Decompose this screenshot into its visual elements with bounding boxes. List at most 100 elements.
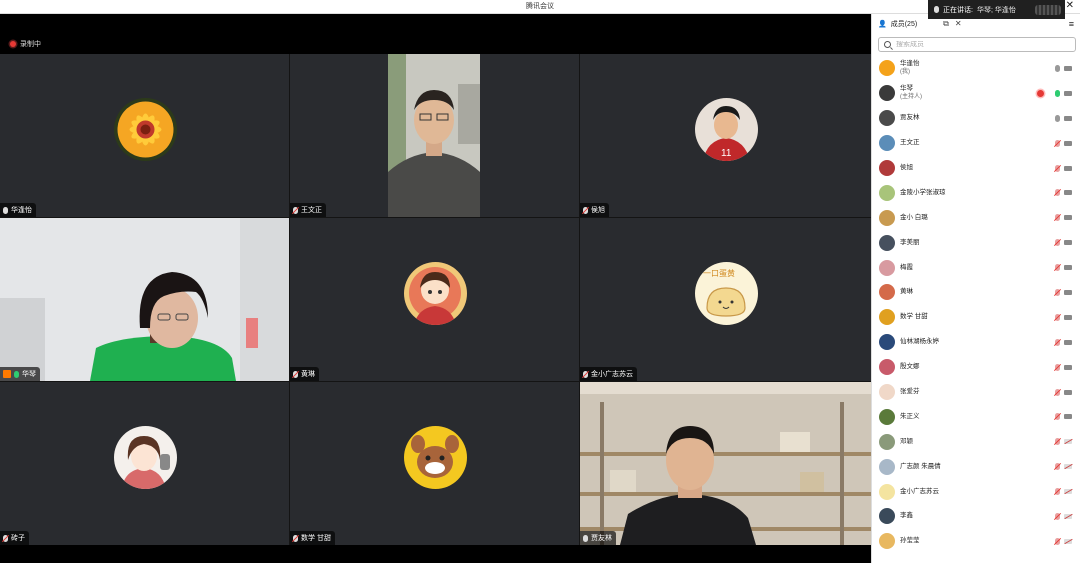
camera-icon[interactable] [1064,190,1072,196]
member-avatar [879,433,895,450]
member-row[interactable]: 王文正 [872,131,1080,156]
camera-icon[interactable] [1064,389,1072,395]
video-tile[interactable]: 华逢怡 [0,54,289,217]
member-row[interactable]: 梅霞 [872,255,1080,280]
member-row[interactable]: 李鑫 [872,504,1080,529]
member-row[interactable]: 侯旭 [872,156,1080,181]
member-search[interactable] [878,37,1076,52]
panel-close-icon[interactable]: ✕ [955,19,962,29]
mic-muted-icon[interactable] [1055,338,1060,346]
mic-muted-icon[interactable] [1055,139,1060,147]
mic-muted-icon[interactable] [1055,289,1060,297]
camera-icon[interactable] [1064,364,1072,370]
mic-muted-icon[interactable] [1055,214,1060,222]
camera-icon[interactable] [1064,314,1072,320]
member-row[interactable]: 李美丽 [872,230,1080,255]
video-tile[interactable]: 一口蛋黄 金小广志苏云 [580,218,871,381]
camera-icon[interactable] [1064,215,1072,221]
member-row[interactable]: 金陵小学张淑琼 [872,180,1080,205]
camera-icon[interactable] [1064,66,1072,71]
member-search-input[interactable] [896,41,1056,48]
member-name-text: 华逢怡 [900,60,920,68]
mic-muted-icon[interactable] [1055,313,1060,321]
member-row[interactable]: 金小 白璐 [872,205,1080,230]
close-icon[interactable]: ✕ [1066,0,1074,11]
participant-name: 华逢怡 [11,207,32,214]
member-row[interactable]: 华逢怡 (我) [872,56,1080,81]
member-name-text: 王文正 [900,139,920,147]
member-row[interactable]: 朱正义 [872,404,1080,429]
video-tile-active-speaker[interactable]: 华琴 [0,218,289,381]
recording-label: 录制中 [20,41,41,48]
member-row[interactable]: 广志颜 朱晨倩 [872,454,1080,479]
member-row[interactable]: 黄琳 [872,280,1080,305]
member-name-text: 黄琳 [900,288,913,296]
camera-icon[interactable] [1064,265,1072,271]
member-row[interactable]: 华琴 (主持人) [872,81,1080,106]
mic-icon[interactable] [1055,89,1060,97]
member-name: 邓颖 [900,438,913,446]
video-tile[interactable]: 黄琳 [290,218,579,381]
member-row[interactable]: 仙林湖杨永婷 [872,330,1080,355]
member-row[interactable]: 殷文娜 [872,355,1080,380]
mic-muted-icon[interactable] [1055,438,1060,446]
mic-muted-icon[interactable] [1055,388,1060,396]
video-tile[interactable]: 砖子 [0,382,289,545]
mic-muted-icon[interactable] [1055,537,1060,545]
camera-off-icon[interactable] [1064,538,1072,544]
camera-icon[interactable] [1064,90,1072,96]
member-row[interactable]: 孙莹莹 [872,529,1080,554]
mic-muted-icon[interactable] [1055,189,1060,197]
mic-muted-icon[interactable] [1055,513,1060,521]
member-avatar [879,60,895,77]
mic-icon[interactable] [1055,65,1060,72]
member-avatar [879,259,895,276]
members-title: 成员(25) [890,21,918,28]
camera-icon[interactable] [1064,414,1072,420]
member-name: 侯旭 [900,164,913,172]
participant-name: 金小广志苏云 [591,371,633,378]
member-row[interactable]: 贾友林 [872,106,1080,131]
camera-icon[interactable] [1064,240,1072,246]
avatar [113,97,177,161]
camera-off-icon[interactable] [1064,514,1072,520]
camera-icon[interactable] [1064,140,1072,146]
member-name-text: 数学 甘甜 [900,313,928,321]
video-tile[interactable]: 11 侯旭 [580,54,871,217]
member-name: 金小广志苏云 [900,488,939,496]
recording-indicator[interactable]: 录制中 [10,39,41,49]
speaking-names: 华琴; 华逢怡 [976,6,1016,14]
video-tile[interactable]: 数学 甘甜 [290,382,579,545]
search-icon [884,41,891,48]
mic-muted-icon[interactable] [1055,488,1060,496]
popout-icon[interactable]: ⧉ [943,19,949,29]
member-row[interactable]: 数学 甘甜 [872,305,1080,330]
participant-name: 黄琳 [301,371,315,378]
camera-icon[interactable] [1064,165,1072,171]
member-row[interactable]: 金小广志苏云 [872,479,1080,504]
mic-muted-icon[interactable] [1055,463,1060,471]
camera-icon[interactable] [1064,290,1072,296]
mic-muted-icon[interactable] [1055,164,1060,172]
window-title: 腾讯会议 [526,3,554,10]
camera-icon[interactable] [1064,339,1072,345]
camera-off-icon[interactable] [1064,489,1072,495]
menu-icon[interactable]: ≡ [1069,19,1074,29]
participant-video [0,218,289,381]
member-name: 李美丽 [900,239,920,247]
member-avatar [879,408,895,425]
member-row[interactable]: 邓颖 [872,429,1080,454]
mic-muted-icon[interactable] [1055,363,1060,371]
member-name-text: 贾友林 [900,114,920,122]
mic-muted-icon[interactable] [1055,239,1060,247]
video-tile[interactable]: 王文正 [290,54,579,217]
avatar: 一口蛋黄 [694,261,758,325]
member-row[interactable]: 张爱芬 [872,380,1080,405]
camera-off-icon[interactable] [1064,439,1072,445]
mic-muted-icon[interactable] [1055,413,1060,421]
video-tile[interactable]: 贾友林 [580,382,871,545]
mic-muted-icon[interactable] [1055,264,1060,272]
mic-icon[interactable] [1055,114,1060,122]
camera-icon[interactable] [1064,115,1072,121]
camera-off-icon[interactable] [1064,464,1072,470]
